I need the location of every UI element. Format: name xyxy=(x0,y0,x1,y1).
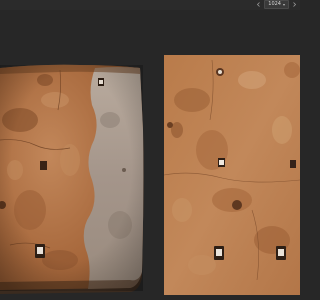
chevron-left-icon[interactable] xyxy=(255,1,262,8)
viewport-toolbar: 1024 xyxy=(0,0,300,10)
resolution-controls: 1024 xyxy=(255,0,298,9)
resolution-select[interactable]: 1024 xyxy=(264,0,289,9)
3d-viewport[interactable] xyxy=(0,10,152,300)
chevron-down-icon xyxy=(283,3,285,6)
resolution-value: 1024 xyxy=(268,1,281,7)
chevron-right-icon[interactable] xyxy=(291,1,298,8)
preview-area xyxy=(0,10,300,300)
2d-texture-viewport[interactable] xyxy=(152,10,300,300)
texture-preview-window: 1024 xyxy=(0,0,300,300)
